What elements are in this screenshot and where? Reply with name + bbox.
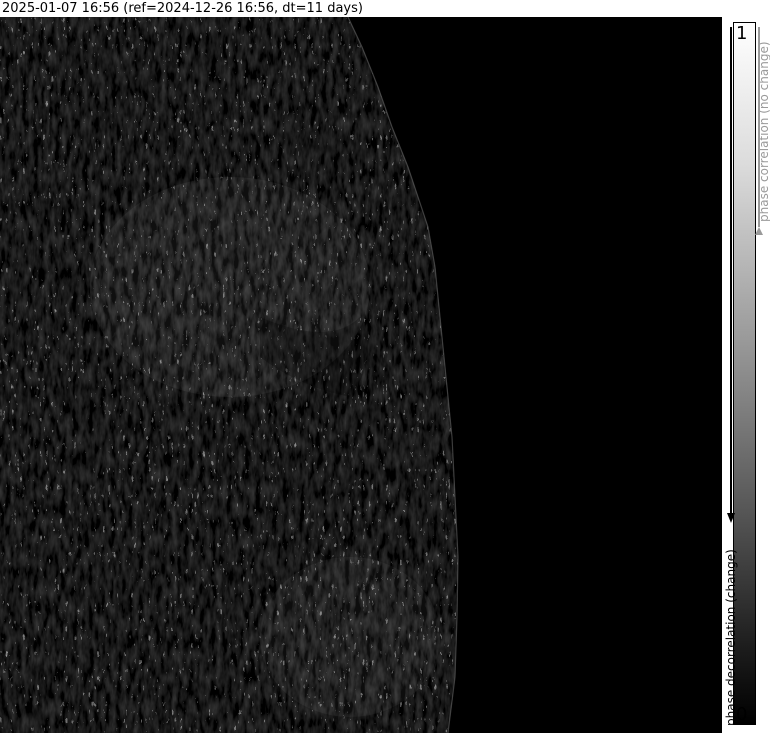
down-arrow-icon xyxy=(727,513,735,523)
phase-correlation-map-icon xyxy=(0,17,722,733)
phase-correlation-image xyxy=(0,17,722,733)
colorbar-arrows xyxy=(727,27,763,523)
image-title: 2025-01-07 16:56 (ref=2024-12-26 16:56, … xyxy=(0,0,770,17)
up-arrow-icon xyxy=(755,227,763,235)
